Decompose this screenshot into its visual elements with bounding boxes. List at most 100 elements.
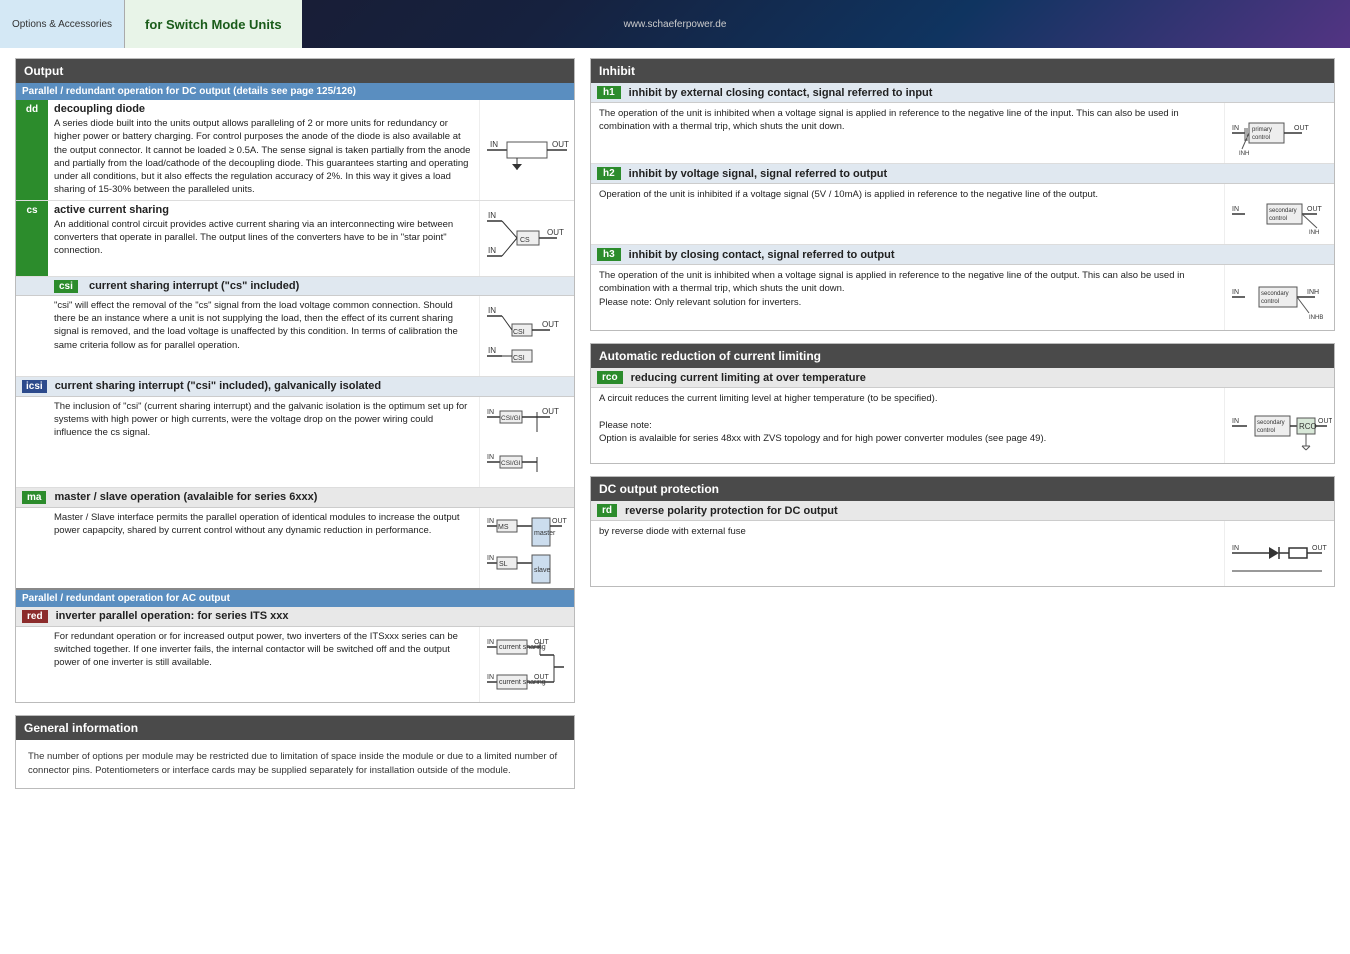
svg-text:IN: IN (488, 306, 496, 315)
dd-label: dd (16, 100, 48, 200)
red-content: For redundant operation or for increased… (48, 627, 479, 702)
icsi-diagram-svg: IN CSI/GI OUT IN CSI/GI (482, 397, 572, 487)
red-header-row: red inverter parallel operation: for ser… (16, 607, 574, 627)
left-column: Output Parallel / redundant operation fo… (15, 58, 575, 801)
header: Options & Accessories for Switch Mode Un… (0, 0, 1350, 48)
cs-content-row: cs active current sharing An additional … (16, 201, 574, 276)
cs-desc: An additional control circuit provides a… (54, 218, 473, 258)
rco-diagram: IN secondary control RCO OUT (1224, 388, 1334, 463)
parallel-dc-block: Parallel / redundant operation for DC ou… (16, 83, 574, 590)
output-header: Output (16, 59, 574, 83)
svg-text:SL: SL (499, 561, 508, 568)
rd-label: rd (597, 504, 617, 517)
rco-label: rco (597, 371, 623, 384)
ma-diagram: IN MS master OUT IN (479, 508, 574, 588)
svg-text:INH: INH (1309, 230, 1319, 236)
svg-text:CSI: CSI (513, 355, 525, 362)
dd-content: decoupling diode A series diode built in… (48, 100, 479, 200)
h1-content: The operation of the unit is inhibited w… (591, 103, 1224, 163)
h2-label: h2 (597, 167, 621, 180)
svg-text:IN: IN (490, 140, 498, 149)
svg-text:OUT: OUT (1294, 125, 1310, 132)
parallel-ac-block: Parallel / redundant operation for AC ou… (16, 590, 574, 702)
rco-header-row: rco reducing current limiting at over te… (591, 368, 1334, 388)
svg-text:IN: IN (487, 409, 494, 416)
h1-diagram-svg: IN primary control OUT INH (1227, 103, 1332, 163)
svg-text:OUT: OUT (534, 639, 550, 646)
h2-content: Operation of the unit is inhibited if a … (591, 184, 1224, 244)
svg-text:INH: INH (1239, 151, 1249, 157)
cs-diagram: IN CS OUT IN (479, 201, 574, 276)
parallel-dc-header: Parallel / redundant operation for DC ou… (16, 83, 574, 100)
ma-title: master / slave operation (avalaible for … (54, 491, 317, 503)
cs-title: active current sharing (54, 204, 473, 216)
auto-reduction-header: Automatic reduction of current limiting (591, 344, 1334, 368)
csi-content: "csi" will effect the removal of the "cs… (48, 296, 479, 376)
rd-title: reverse polarity protection for DC outpu… (625, 505, 838, 517)
svg-text:IN: IN (1232, 545, 1239, 552)
general-info-section: General information The number of option… (15, 715, 575, 790)
h3-title: inhibit by closing contact, signal refer… (629, 249, 895, 261)
red-title: inverter parallel operation: for series … (56, 610, 289, 622)
tab-options[interactable]: Options & Accessories (0, 0, 125, 48)
dd-desc: A series diode built into the units outp… (54, 117, 473, 197)
cs-row: cs active current sharing An additional … (16, 201, 574, 277)
h1-desc: The operation of the unit is inhibited w… (599, 107, 1216, 134)
svg-text:CSI: CSI (513, 329, 525, 336)
rd-diagram: IN OUT (1224, 521, 1334, 586)
svg-text:CSI/GI: CSI/GI (501, 415, 521, 422)
h3-desc: The operation of the unit is inhibited w… (599, 269, 1216, 309)
csi-diagram-svg: IN CSI OUT IN CSI (482, 296, 572, 376)
inhibit-header: Inhibit (591, 59, 1334, 83)
csi-spacer (16, 296, 48, 376)
svg-text:CSI/GI: CSI/GI (501, 460, 521, 467)
dc-protection-section: DC output protection rd reverse polarity… (590, 476, 1335, 587)
svg-text:IN: IN (488, 346, 496, 355)
h3-diagram-svg: IN secondary control INH INHB (1227, 265, 1332, 330)
h2-title: inhibit by voltage signal, signal referr… (629, 168, 888, 180)
svg-text:OUT: OUT (542, 407, 559, 416)
csi-row: csi current sharing interrupt ("cs" incl… (16, 277, 574, 377)
h2-diagram: IN secondary control OUT INH (1224, 184, 1334, 244)
h1-row: h1 inhibit by external closing contact, … (591, 83, 1334, 164)
dc-protection-header: DC output protection (591, 477, 1334, 501)
parallel-ac-header: Parallel / redundant operation for AC ou… (16, 590, 574, 607)
svg-text:RCO: RCO (1299, 422, 1317, 431)
rd-content: by reverse diode with external fuse (591, 521, 1224, 586)
ma-spacer (16, 508, 48, 588)
header-url: www.schaeferpower.de (624, 19, 727, 30)
svg-text:control: control (1252, 135, 1270, 141)
svg-text:IN: IN (487, 518, 494, 525)
red-label: red (22, 610, 48, 623)
rd-row: rd reverse polarity protection for DC ou… (591, 501, 1334, 586)
icsi-spacer (16, 397, 48, 487)
icsi-content-row: The inclusion of "csi" (current sharing … (16, 397, 574, 487)
auto-reduction-section: Automatic reduction of current limiting … (590, 343, 1335, 464)
dd-content-row: dd decoupling diode A series diode built… (16, 100, 574, 200)
svg-text:IN: IN (488, 211, 496, 220)
h1-header-row: h1 inhibit by external closing contact, … (591, 83, 1334, 103)
h2-header-row: h2 inhibit by voltage signal, signal ref… (591, 164, 1334, 184)
h2-row: h2 inhibit by voltage signal, signal ref… (591, 164, 1334, 245)
rco-content: A circuit reduces the current limiting l… (591, 388, 1224, 463)
svg-text:IN: IN (1232, 418, 1239, 425)
svg-text:secondary: secondary (1261, 291, 1289, 297)
svg-text:control: control (1261, 299, 1279, 305)
h1-diagram: IN primary control OUT INH (1224, 103, 1334, 163)
svg-text:OUT: OUT (534, 674, 550, 681)
svg-text:IN: IN (1232, 289, 1239, 296)
ma-row: ma master / slave operation (avalaible f… (16, 488, 574, 588)
cs-diagram-svg: IN CS OUT IN (482, 201, 572, 276)
header-left: Options & Accessories for Switch Mode Un… (0, 0, 302, 48)
csi-desc: "csi" will effect the removal of the "cs… (54, 299, 473, 352)
rd-content-row: by reverse diode with external fuse IN (591, 521, 1334, 586)
svg-text:IN: IN (487, 454, 494, 461)
h1-title: inhibit by external closing contact, sig… (629, 87, 933, 99)
output-section: Output Parallel / redundant operation fo… (15, 58, 575, 703)
cs-content: active current sharing An additional con… (48, 201, 479, 276)
svg-text:OUT: OUT (1318, 418, 1332, 425)
h3-content-row: The operation of the unit is inhibited w… (591, 265, 1334, 330)
svg-text:OUT: OUT (542, 320, 559, 329)
csi-content-row: "csi" will effect the removal of the "cs… (16, 296, 574, 376)
ma-diagram-svg: IN MS master OUT IN (482, 508, 572, 588)
